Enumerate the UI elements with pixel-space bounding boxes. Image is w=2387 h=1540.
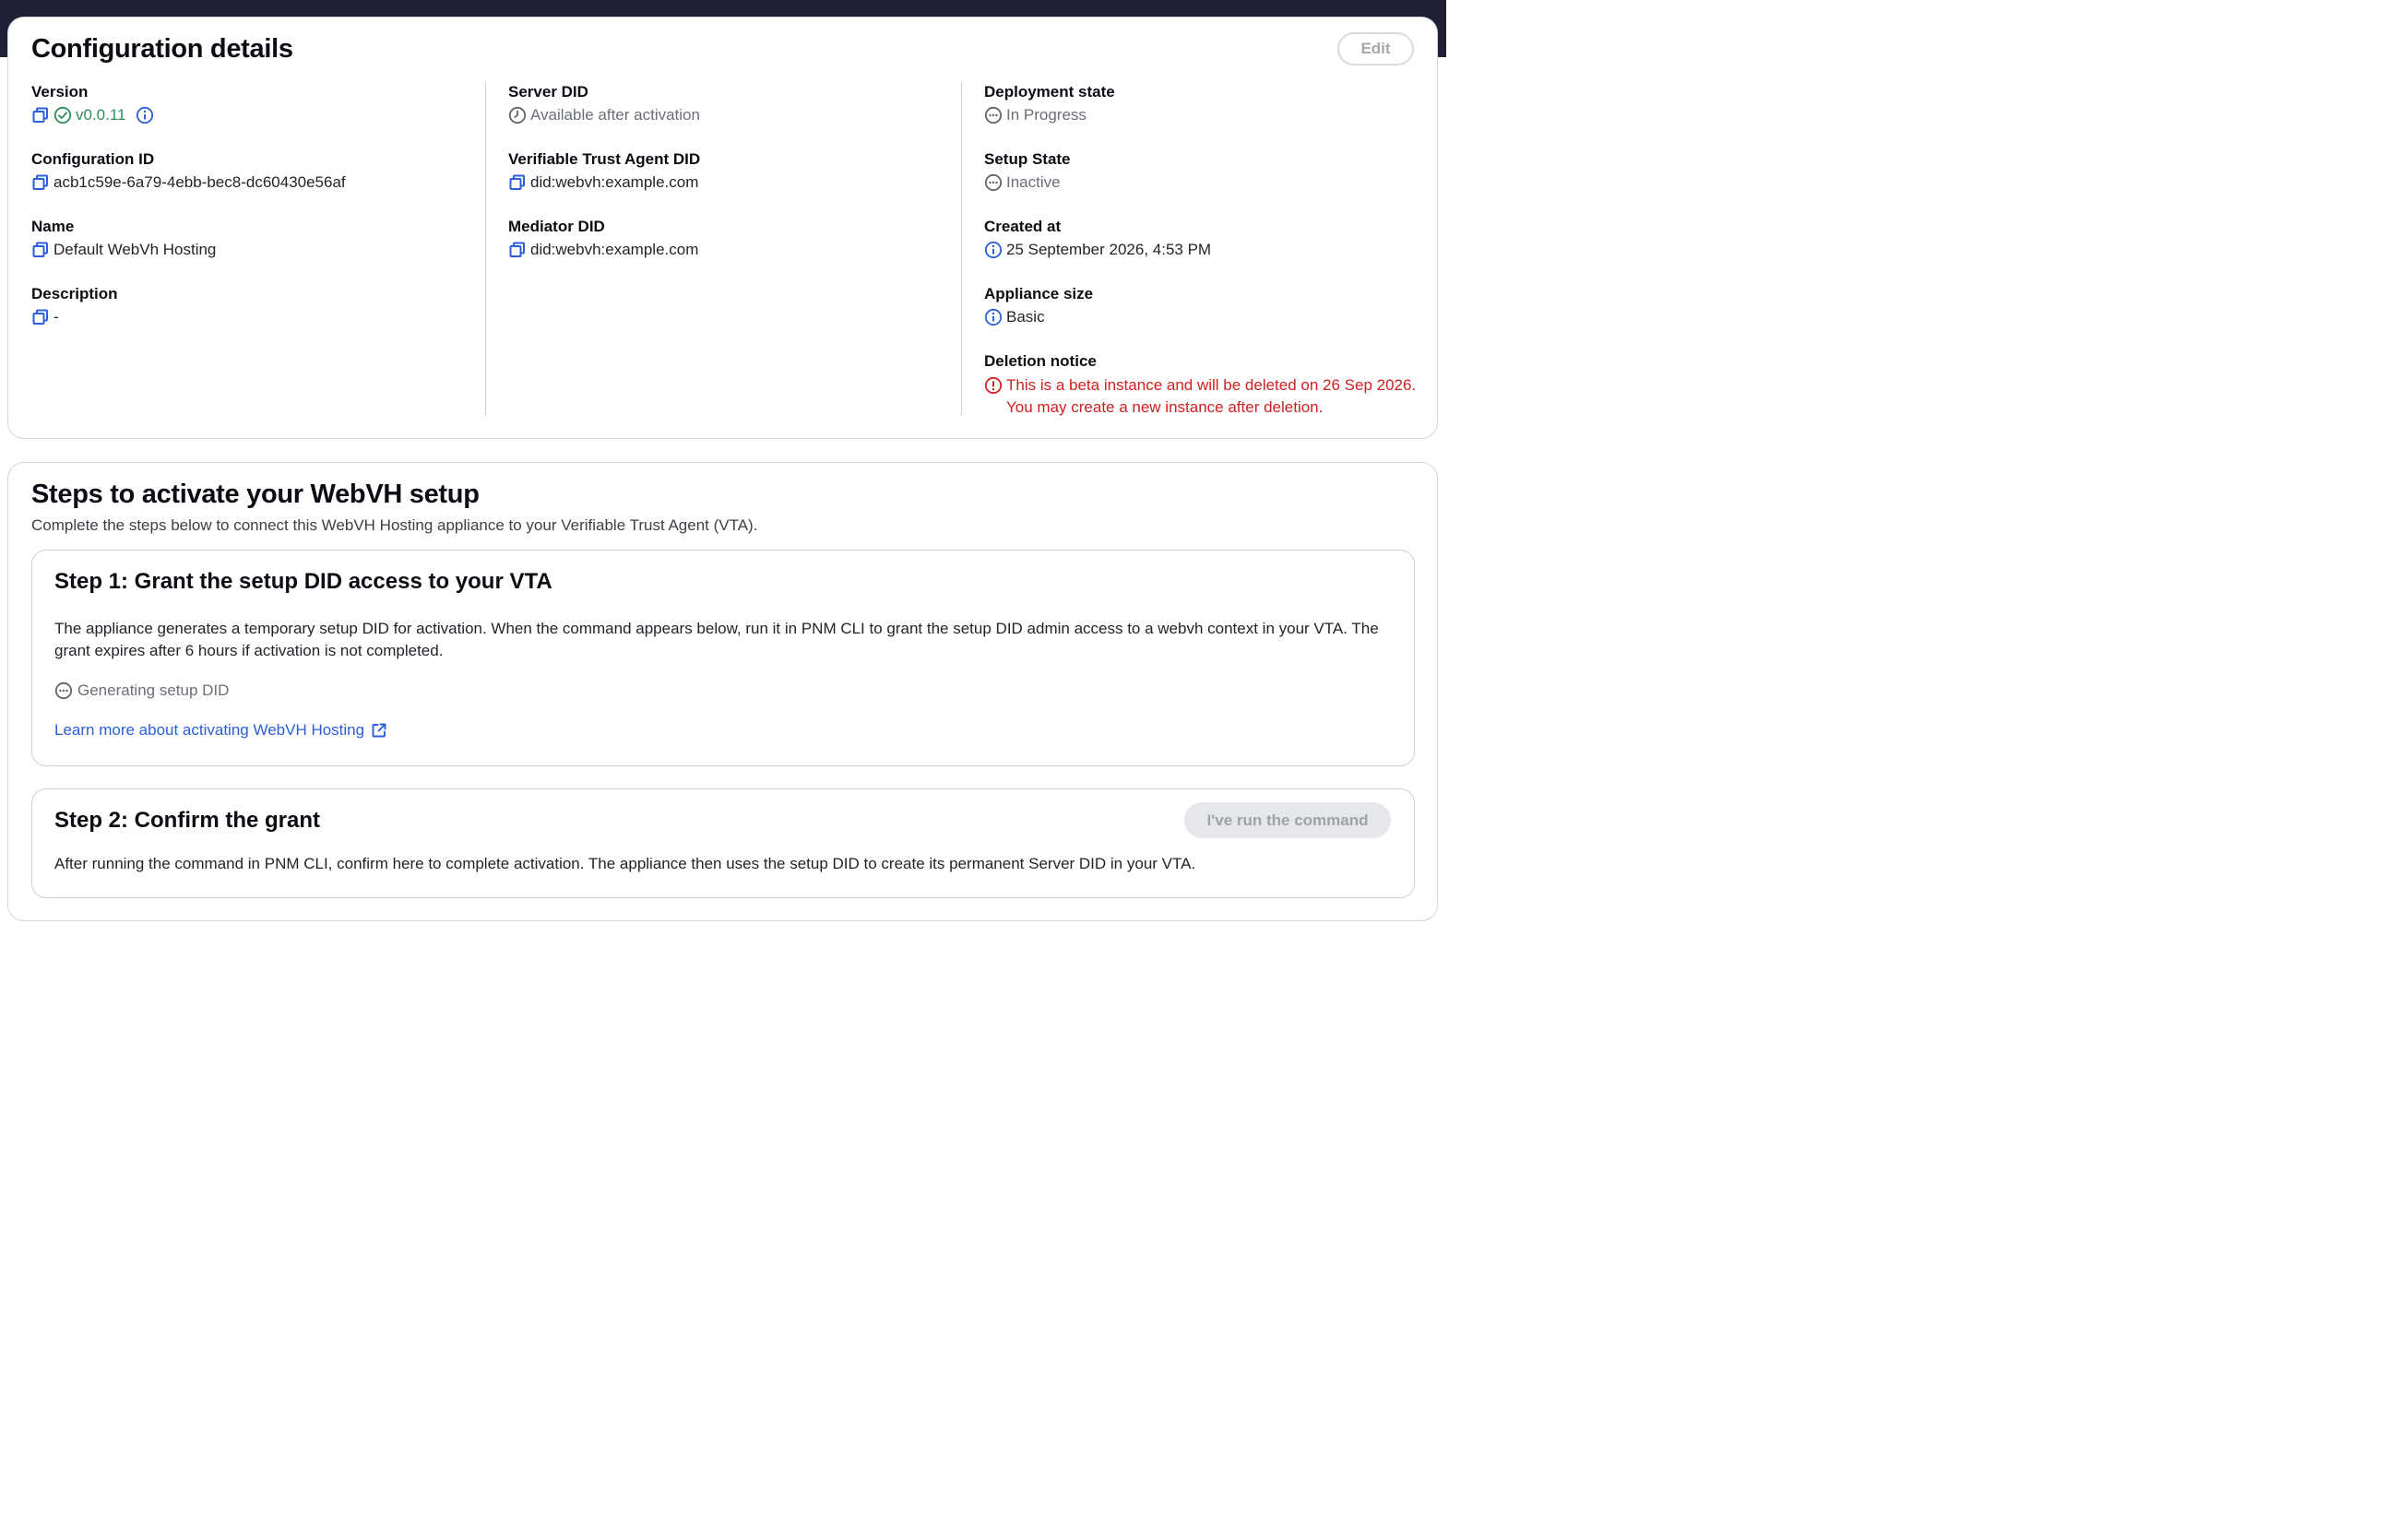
- learn-more-link-text[interactable]: Learn more about activating WebVH Hostin…: [54, 721, 364, 740]
- copy-icon[interactable]: [31, 106, 50, 124]
- appliance-size-value: Basic: [1006, 308, 1045, 326]
- mediator-did-label: Mediator DID: [508, 218, 605, 235]
- appliance-size-value-row: Basic: [984, 307, 1093, 327]
- step-2-description: After running the command in PNM CLI, co…: [54, 855, 1196, 872]
- deployment-state-label: Deployment state: [984, 83, 1115, 101]
- created-at-value: 25 September 2026, 4:53 PM: [1006, 241, 1212, 258]
- server-did-field: Server DID Available after activation: [508, 82, 700, 125]
- version-value: v0.0.11: [76, 106, 126, 124]
- setup-did-status: Generating setup DID: [54, 681, 229, 700]
- description-value: -: [53, 308, 59, 326]
- info-icon[interactable]: [984, 241, 1003, 259]
- activation-steps-title: Steps to activate your WebVH setup: [31, 480, 480, 509]
- deletion-notice-field: Deletion notice This is a beta instance …: [984, 351, 1416, 419]
- copy-icon[interactable]: [31, 241, 50, 259]
- configuration-id-value-row: acb1c59e-6a79-4ebb-bec8-dc60430e56af: [31, 172, 346, 193]
- configuration-id-value: acb1c59e-6a79-4ebb-bec8-dc60430e56af: [53, 173, 346, 191]
- configuration-id-field: Configuration ID acb1c59e-6a79-4ebb-bec8…: [31, 149, 346, 193]
- description-field: Description -: [31, 284, 118, 327]
- configuration-id-label: Configuration ID: [31, 150, 155, 168]
- setup-state-value: Inactive: [1006, 173, 1061, 191]
- vta-did-label: Verifiable Trust Agent DID: [508, 150, 701, 168]
- created-at-field: Created at 25 September 2026, 4:53 PM: [984, 217, 1211, 260]
- name-label: Name: [31, 218, 75, 235]
- ive-run-the-command-button[interactable]: I've run the command: [1184, 802, 1391, 838]
- deletion-notice-line-2: You may create a new instance after dele…: [1006, 398, 1324, 416]
- configuration-details-title: Configuration details: [31, 34, 293, 64]
- description-label: Description: [31, 285, 118, 302]
- ellipsis-circle-icon: [984, 106, 1003, 124]
- name-value: Default WebVh Hosting: [53, 241, 217, 258]
- ellipsis-circle-icon: [984, 173, 1003, 192]
- deletion-notice-value-row: This is a beta instance and will be dele…: [984, 374, 1416, 419]
- external-link-icon[interactable]: [370, 721, 388, 740]
- server-did-label: Server DID: [508, 83, 588, 101]
- copy-icon[interactable]: [508, 241, 527, 259]
- step-2-title: Step 2: Confirm the grant: [54, 808, 321, 833]
- copy-icon[interactable]: [31, 173, 50, 192]
- mediator-did-value-row: did:webvh:example.com: [508, 240, 698, 260]
- step-1-description: The appliance generates a temporary setu…: [54, 620, 1379, 659]
- learn-more-link[interactable]: Learn more about activating WebVH Hostin…: [54, 721, 388, 740]
- vta-did-value: did:webvh:example.com: [530, 173, 699, 191]
- mediator-did-field: Mediator DID did:webvh:example.com: [508, 217, 698, 260]
- info-icon[interactable]: [136, 106, 154, 124]
- step-1-box: Step 1: Grant the setup DID access to yo…: [31, 550, 1415, 766]
- activation-steps-card: Steps to activate your WebVH setup Compl…: [7, 462, 1438, 921]
- version-label: Version: [31, 83, 89, 101]
- version-field: Version v0.0.11: [31, 82, 154, 125]
- created-at-value-row: 25 September 2026, 4:53 PM: [984, 240, 1211, 260]
- copy-icon[interactable]: [508, 173, 527, 192]
- ellipsis-circle-icon: [54, 681, 73, 700]
- name-value-row: Default WebVh Hosting: [31, 240, 216, 260]
- activation-steps-subtitle: Complete the steps below to connect this…: [31, 516, 758, 534]
- created-at-label: Created at: [984, 218, 1062, 235]
- setup-state-field: Setup State Inactive: [984, 149, 1071, 193]
- copy-icon[interactable]: [31, 308, 50, 326]
- setup-state-value-row: Inactive: [984, 172, 1071, 193]
- deployment-state-value-row: In Progress: [984, 105, 1115, 125]
- configuration-details-card: Configuration details Edit Version v0.0.…: [7, 17, 1438, 439]
- clock-icon: [508, 106, 527, 124]
- column-divider: [485, 82, 486, 416]
- server-did-value-row: Available after activation: [508, 105, 700, 125]
- name-field: Name Default WebVh Hosting: [31, 217, 216, 260]
- step-2-box: Step 2: Confirm the grant I've run the c…: [31, 788, 1415, 898]
- alert-circle-icon: [984, 376, 1003, 395]
- server-did-value: Available after activation: [530, 106, 700, 124]
- edit-button[interactable]: Edit: [1337, 32, 1414, 65]
- vta-did-field: Verifiable Trust Agent DID did:webvh:exa…: [508, 149, 700, 193]
- deployment-state-value: In Progress: [1006, 106, 1087, 124]
- appliance-size-label: Appliance size: [984, 285, 1094, 302]
- mediator-did-value: did:webvh:example.com: [530, 241, 699, 258]
- deletion-notice-label: Deletion notice: [984, 352, 1097, 370]
- appliance-size-field: Appliance size Basic: [984, 284, 1093, 327]
- setup-did-status-text: Generating setup DID: [77, 681, 230, 699]
- version-value-row: v0.0.11: [31, 105, 154, 125]
- info-icon[interactable]: [984, 308, 1003, 326]
- vta-did-value-row: did:webvh:example.com: [508, 172, 700, 193]
- setup-state-label: Setup State: [984, 150, 1071, 168]
- deletion-notice-line-1: This is a beta instance and will be dele…: [1006, 376, 1417, 394]
- column-divider: [961, 82, 962, 416]
- deployment-state-field: Deployment state In Progress: [984, 82, 1115, 125]
- check-circle-icon: [53, 106, 72, 124]
- description-value-row: -: [31, 307, 118, 327]
- deletion-notice-text: This is a beta instance and will be dele…: [1006, 374, 1416, 419]
- step-1-title: Step 1: Grant the setup DID access to yo…: [54, 569, 552, 594]
